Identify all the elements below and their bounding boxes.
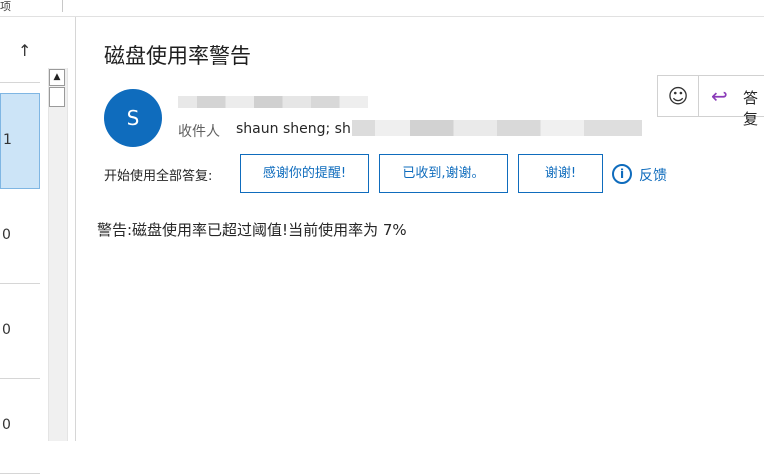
list-item-value: 1 (3, 132, 12, 148)
sort-arrow-icon[interactable]: ↑ (18, 41, 31, 60)
message-actions: ☺ ↩ 答复 (657, 75, 764, 128)
quick-reply-label: 开始使用全部答复: (104, 169, 213, 184)
top-toolbar-strip: 项 (0, 0, 764, 17)
pane-divider[interactable] (75, 17, 76, 441)
toolbar-divider (62, 0, 63, 12)
react-button[interactable]: ☺ (658, 76, 699, 116)
list-scrollbar[interactable] (48, 68, 68, 441)
message-subject: 磁盘使用率警告 (104, 44, 251, 68)
scroll-up-arrow-icon[interactable]: ▲ (49, 69, 65, 86)
recipients-redacted (352, 120, 642, 136)
scrollbar-thumb[interactable] (49, 87, 65, 107)
reply-button[interactable]: ↩ 答复 (699, 76, 764, 128)
list-header-divider (0, 82, 40, 83)
smiley-icon: ☺ (667, 84, 689, 108)
list-item[interactable]: 0 (0, 189, 40, 284)
feedback-link[interactable]: 反馈 (639, 165, 667, 185)
list-item[interactable]: 0 (0, 379, 40, 474)
list-item[interactable]: 0 (0, 284, 40, 379)
message-body: 警告:磁盘使用率已超过阈值!当前使用率为 7% (97, 221, 407, 239)
reply-arrow-icon: ↩ (711, 84, 728, 108)
recipients-field[interactable]: shaun sheng; sh (236, 121, 351, 137)
sender-avatar[interactable]: S (104, 89, 162, 147)
list-item-value: 0 (2, 322, 11, 338)
info-icon[interactable]: i (612, 164, 632, 184)
list-item-value: 0 (2, 227, 11, 243)
list-item-selected[interactable]: 1 (0, 93, 40, 189)
reply-label: 答复 (743, 89, 759, 128)
quick-reply-button-thanks-reminder[interactable]: 感谢你的提醒! (240, 154, 369, 193)
list-item-value: 0 (2, 417, 11, 433)
to-label: 收件人 (178, 124, 220, 140)
message-list-pane: ↑ 1 0 0 0 (0, 17, 40, 474)
topbar-partial-label[interactable]: 项 (0, 0, 11, 14)
quick-reply-button-received[interactable]: 已收到,谢谢。 (379, 154, 508, 193)
quick-reply-button-thanks[interactable]: 谢谢! (518, 154, 603, 193)
sender-name-redacted (178, 96, 368, 108)
